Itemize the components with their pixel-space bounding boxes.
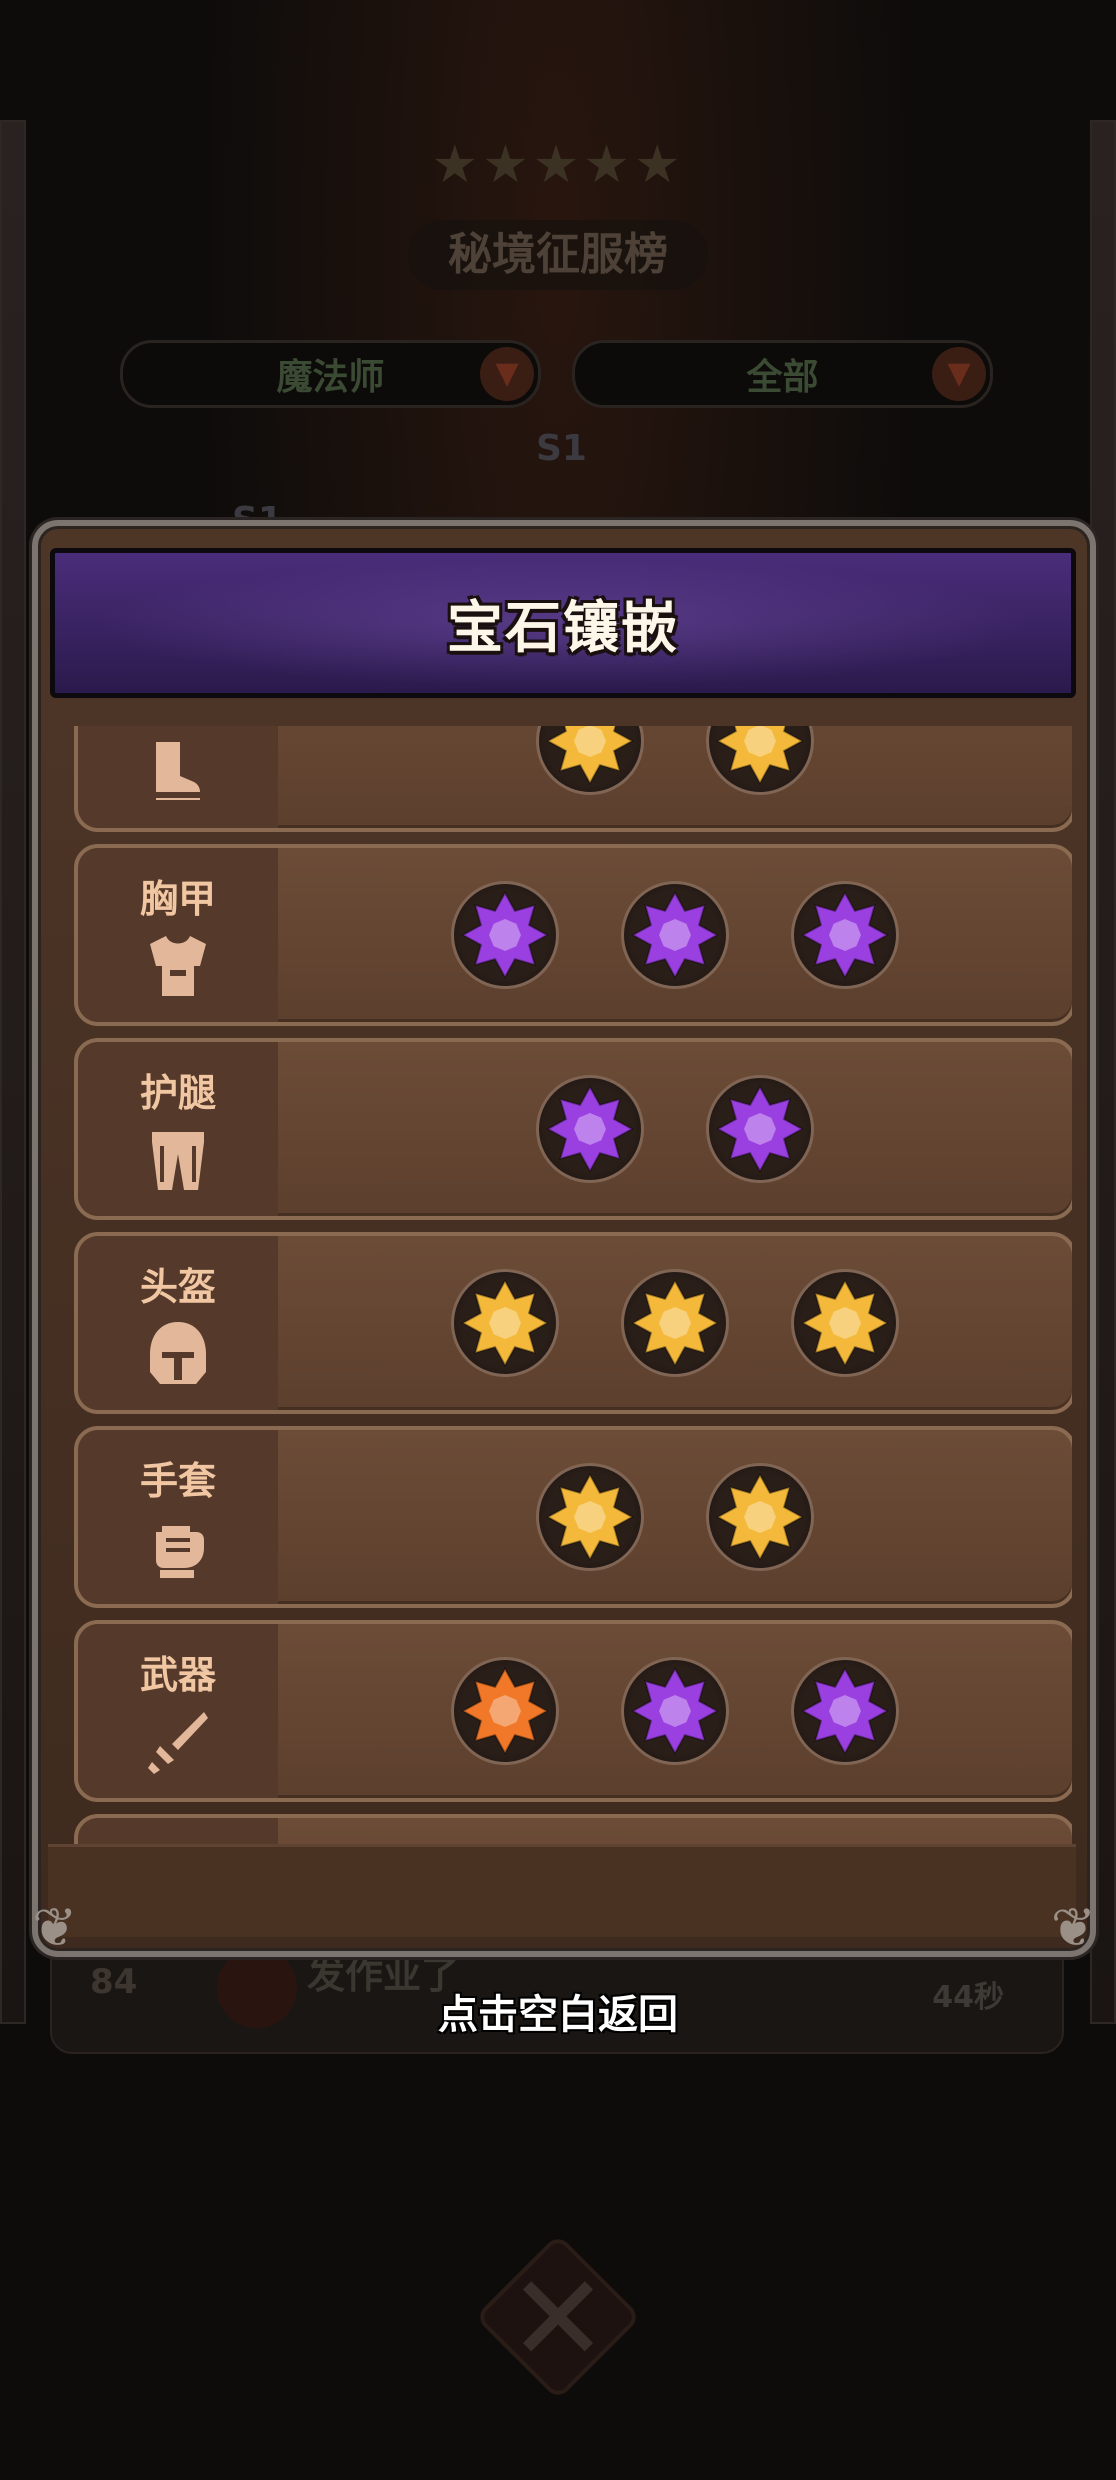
equipment-slot-row[interactable]: 头盔 bbox=[74, 1232, 1072, 1414]
gem-sockets bbox=[278, 1430, 1072, 1604]
gold-gem-icon[interactable] bbox=[621, 1269, 729, 1377]
gold-gem-icon[interactable] bbox=[451, 1269, 559, 1377]
purple-gem-icon[interactable] bbox=[621, 1657, 729, 1765]
leggings-icon bbox=[142, 1124, 214, 1196]
slot-name: 护腿 bbox=[139, 1071, 216, 1115]
orange-gem-icon[interactable] bbox=[451, 1657, 559, 1765]
gem-sockets bbox=[278, 1624, 1072, 1798]
slot-name: 头盔 bbox=[139, 1265, 216, 1309]
gold-gem-icon[interactable] bbox=[706, 1463, 814, 1571]
equipment-slot-row[interactable]: 武器 bbox=[74, 1620, 1072, 1802]
slot-label-panel: 护腿 bbox=[78, 1042, 278, 1216]
chevron-down-icon: ▼ bbox=[480, 347, 534, 401]
equipment-slot-row[interactable]: 手套 bbox=[74, 1426, 1072, 1608]
gold-gem-icon[interactable] bbox=[536, 1463, 644, 1571]
gem-sockets bbox=[278, 1042, 1072, 1216]
dialog-bottom-bar bbox=[48, 1844, 1076, 1937]
gem-sockets bbox=[278, 848, 1072, 1022]
slot-name: 武器 bbox=[139, 1653, 216, 1697]
slot-label-panel bbox=[78, 1818, 278, 1846]
rank-stars: ★★★★★ bbox=[431, 135, 685, 195]
equipment-slot-row[interactable]: 胸甲 bbox=[74, 844, 1072, 1026]
slot-label-panel: 武器 bbox=[78, 1624, 278, 1798]
corner-ornament-icon: ❦ bbox=[1050, 1896, 1096, 1959]
boots-icon bbox=[142, 736, 214, 808]
purple-gem-icon[interactable] bbox=[451, 881, 559, 989]
gem-inlay-dialog: 宝石镶嵌 胸甲护腿头盔手套武器 ❦ ❦ bbox=[32, 520, 1096, 1959]
helmet-icon bbox=[142, 1318, 214, 1390]
chevron-down-icon: ▼ bbox=[932, 347, 986, 401]
slot-label-panel bbox=[78, 726, 278, 828]
purple-gem-icon[interactable] bbox=[791, 881, 899, 989]
purple-gem-icon[interactable] bbox=[536, 1075, 644, 1183]
gold-gem-icon[interactable] bbox=[706, 726, 814, 795]
frame-left-border bbox=[0, 120, 26, 2024]
dismiss-hint[interactable]: 点击空白返回 bbox=[0, 1982, 1116, 2040]
slot-name: 胸甲 bbox=[139, 877, 216, 921]
close-icon: ✕ bbox=[507, 2250, 609, 2389]
leaderboard-title: 秘境征服榜 bbox=[408, 220, 708, 290]
slot-name: 手套 bbox=[139, 1459, 216, 1503]
dialog-header: 宝石镶嵌 bbox=[50, 548, 1076, 698]
equipment-slot-row[interactable] bbox=[74, 1814, 1072, 1846]
gold-gem-icon[interactable] bbox=[536, 726, 644, 795]
slot-label-panel: 胸甲 bbox=[78, 848, 278, 1022]
chest-armor-icon bbox=[142, 930, 214, 1002]
class-filter-dropdown: 魔法师 ▼ bbox=[120, 340, 541, 408]
class-filter-label: 魔法师 bbox=[276, 357, 385, 398]
corner-ornament-icon: ❦ bbox=[32, 1896, 78, 1959]
gem-sockets bbox=[278, 1818, 1072, 1846]
slot-label-panel: 手套 bbox=[78, 1430, 278, 1604]
scope-filter-label: 全部 bbox=[746, 357, 819, 398]
season-label: S1 bbox=[536, 428, 587, 469]
gem-sockets bbox=[278, 1236, 1072, 1410]
equipment-slot-list[interactable]: 胸甲护腿头盔手套武器 bbox=[48, 726, 1072, 1846]
sword-icon bbox=[142, 1706, 214, 1778]
purple-gem-icon[interactable] bbox=[621, 881, 729, 989]
gold-gem-icon[interactable] bbox=[791, 1269, 899, 1377]
purple-gem-icon[interactable] bbox=[791, 1657, 899, 1765]
equipment-slot-row[interactable] bbox=[74, 726, 1072, 832]
glove-icon bbox=[142, 1512, 214, 1584]
scope-filter-dropdown: 全部 ▼ bbox=[572, 340, 993, 408]
purple-gem-icon[interactable] bbox=[706, 1075, 814, 1183]
gem-sockets bbox=[278, 726, 1072, 828]
dialog-title: 宝石镶嵌 bbox=[447, 595, 679, 661]
equipment-slot-row[interactable]: 护腿 bbox=[74, 1038, 1072, 1220]
slot-label-panel: 头盔 bbox=[78, 1236, 278, 1410]
